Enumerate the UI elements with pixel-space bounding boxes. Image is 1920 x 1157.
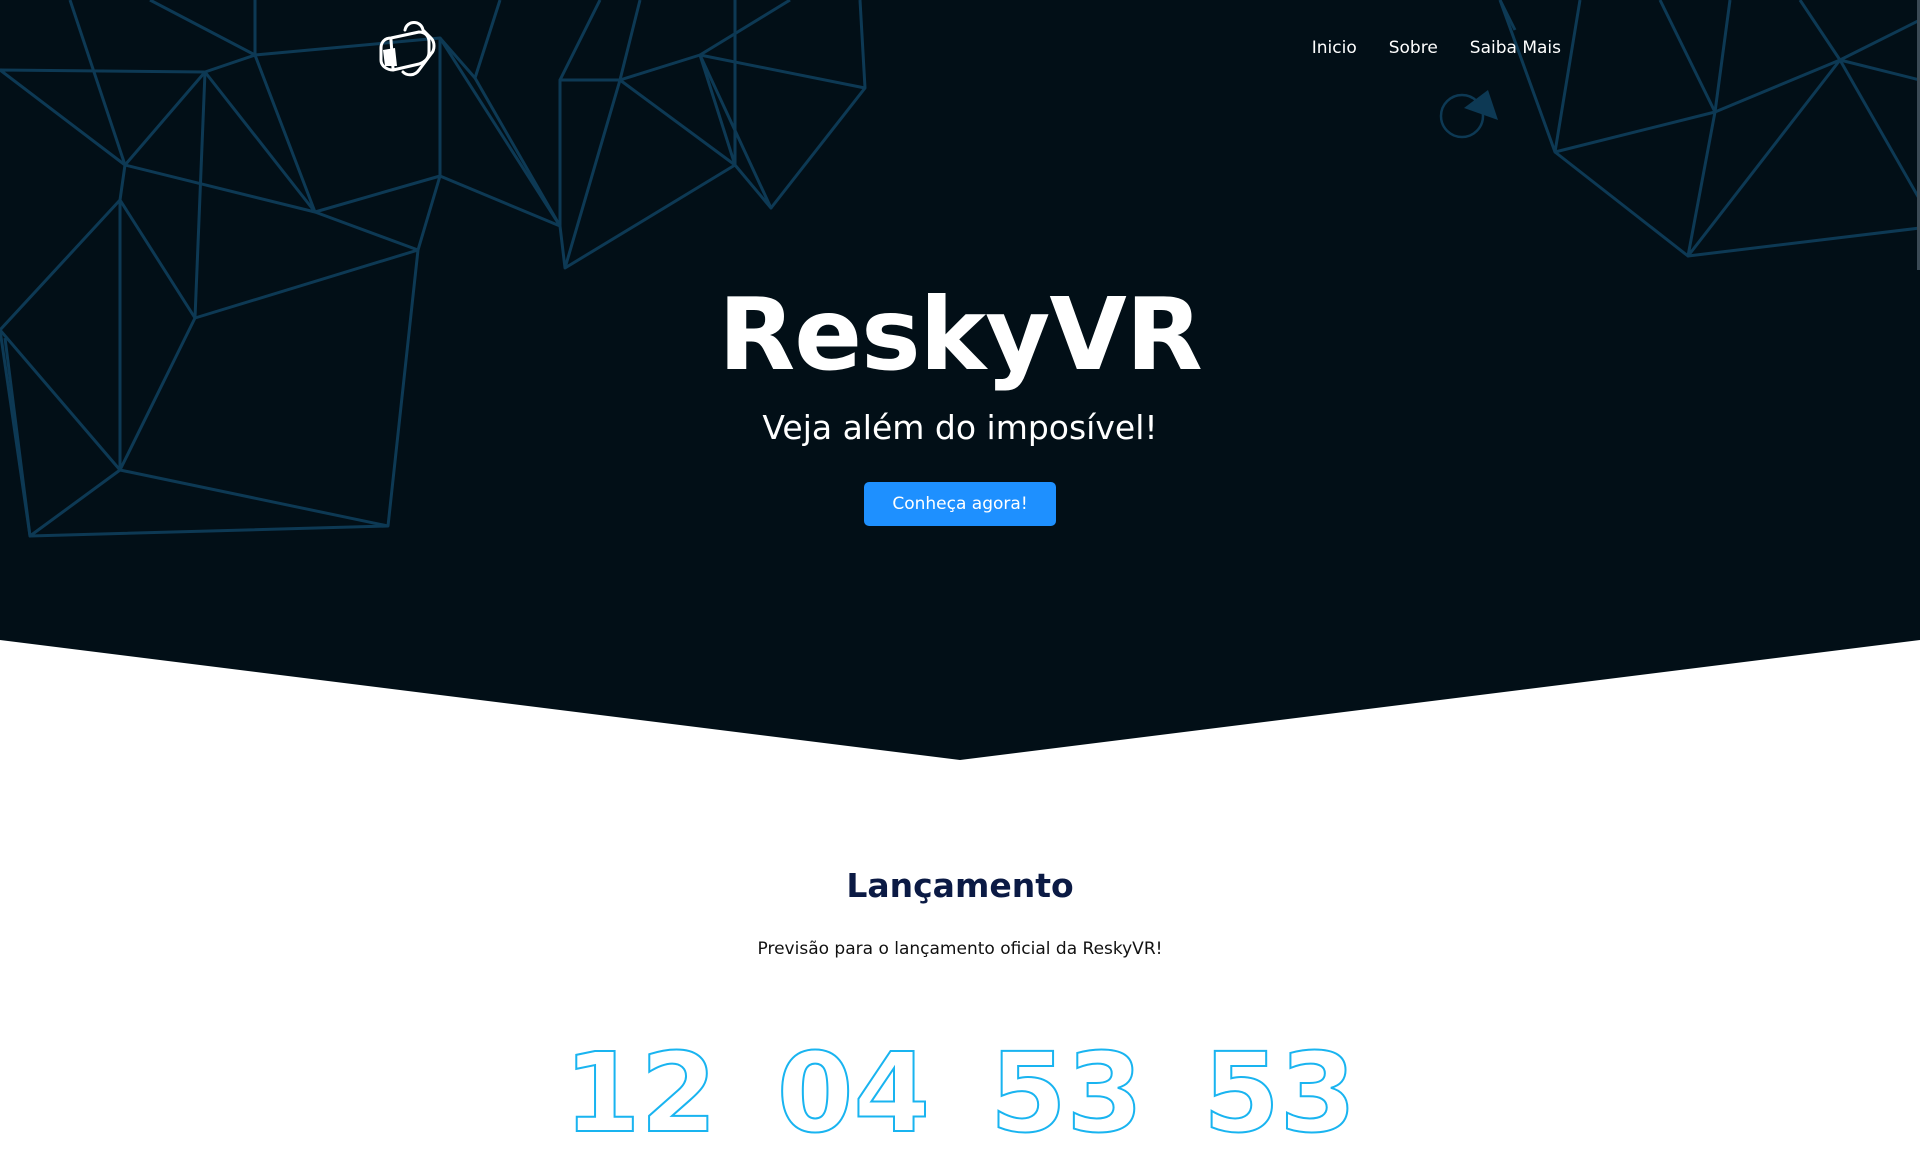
main-nav: Inicio Sobre Saiba Mais — [1312, 38, 1561, 58]
hero-section: Inicio Sobre Saiba Mais ReskyVR Veja alé… — [0, 0, 1920, 760]
hero-subtitle: Veja além do imposível! — [762, 408, 1158, 447]
nav-item-inicio[interactable]: Inicio — [1312, 38, 1357, 58]
decorative-shapes — [1439, 90, 1498, 139]
countdown-seconds: 53 — [1202, 1029, 1357, 1157]
countdown-days: 12 — [563, 1029, 718, 1157]
cta-button[interactable]: Conheça agora! — [864, 482, 1056, 526]
launch-description: Previsão para o lançamento oficial da Re… — [757, 939, 1163, 959]
hero-title: ReskyVR — [718, 276, 1202, 393]
launch-title: Lançamento — [846, 866, 1074, 905]
countdown-hours: 04 — [776, 1029, 931, 1157]
nav-item-sobre[interactable]: Sobre — [1389, 38, 1438, 58]
countdown: 12 04 53 53 — [0, 1029, 1920, 1157]
nav-item-saiba-mais[interactable]: Saiba Mais — [1470, 38, 1561, 58]
vr-headset-icon[interactable] — [375, 18, 445, 80]
countdown-minutes: 53 — [989, 1029, 1144, 1157]
